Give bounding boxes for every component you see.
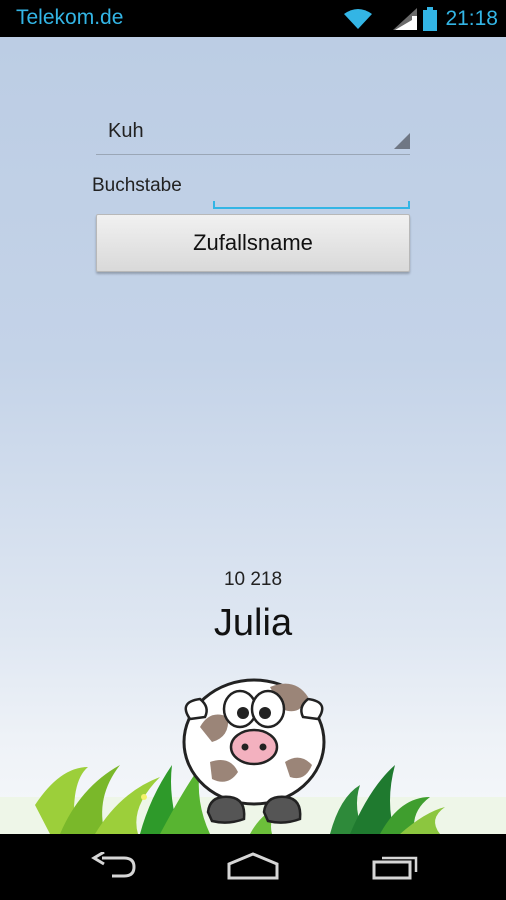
navigation-bar — [0, 834, 506, 900]
letter-input[interactable] — [213, 177, 410, 209]
battery-icon — [423, 6, 438, 31]
name-count: 10 218 — [223, 569, 283, 590]
wifi-icon — [343, 8, 373, 30]
animal-spinner[interactable]: Kuh — [96, 114, 410, 155]
input-underline-edge — [408, 201, 410, 209]
recent-apps-button[interactable] — [366, 848, 426, 888]
clock: 21:18 — [445, 6, 498, 30]
app-content: Kuh Buchstabe Zufallsname 10 218 Julia — [0, 37, 506, 834]
status-icons: 21:18 — [343, 5, 498, 32]
dropdown-arrow-icon — [394, 133, 410, 154]
home-button[interactable] — [223, 848, 283, 888]
random-name-result: Julia — [213, 602, 293, 644]
input-underline-edge — [213, 201, 215, 209]
cow-illustration — [0, 678, 506, 834]
recent-apps-icon — [370, 852, 422, 885]
letter-label: Buchstabe — [92, 175, 182, 196]
status-bar: Telekom.de 21:18 — [0, 0, 506, 37]
signal-icon — [393, 7, 418, 30]
random-name-button[interactable]: Zufallsname — [96, 214, 410, 272]
back-button[interactable] — [83, 848, 143, 888]
animal-spinner-value: Kuh — [108, 120, 144, 142]
home-icon — [225, 851, 281, 885]
back-icon — [88, 850, 138, 885]
carrier-name: Telekom.de — [16, 6, 124, 29]
